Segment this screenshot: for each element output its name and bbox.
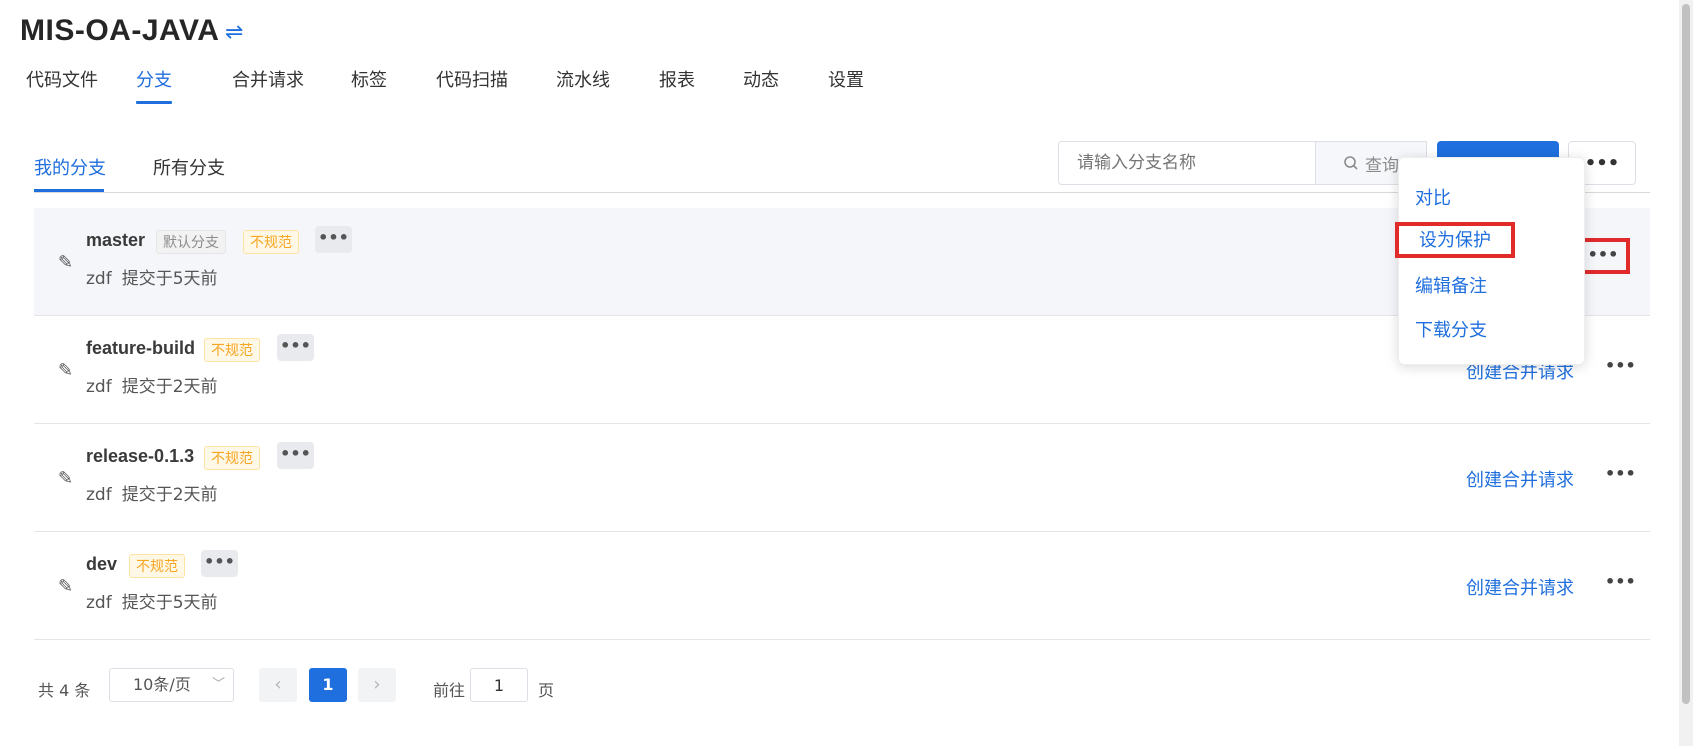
tab-merge-requests[interactable]: 合并请求 (232, 66, 304, 92)
scrollbar-thumb[interactable] (1682, 4, 1690, 704)
goto-page-input[interactable] (470, 668, 528, 702)
commit-time: 提交于5天前 (121, 593, 218, 613)
tab-code-files[interactable]: 代码文件 (26, 66, 98, 92)
branch-name[interactable]: dev (86, 554, 117, 575)
commit-author: zdf (86, 377, 112, 397)
branch-action-menu: 对比 设为保护 编辑备注 下载分支 (1395, 157, 1585, 365)
tab-pipeline[interactable]: 流水线 (556, 66, 610, 92)
commit-meta: zdf 提交于5天前 (86, 588, 218, 613)
prev-page-button[interactable]: ‹ (259, 668, 297, 702)
default-branch-tag: 默认分支 (156, 230, 226, 254)
commit-meta: zdf 提交于5天前 (86, 264, 218, 289)
goto-label: 前往 (433, 681, 466, 700)
branch-row: ✎ dev 不规范 ••• zdf 提交于5天前 创建合并请求 ••• (34, 532, 1650, 640)
menu-item-set-protected[interactable]: 设为保护 (1395, 222, 1515, 258)
nonstandard-tag: 不规范 (204, 338, 260, 362)
menu-item-compare[interactable]: 对比 (1415, 184, 1451, 210)
commit-author: zdf (86, 593, 112, 613)
tab-tags[interactable]: 标签 (351, 66, 387, 92)
branch-search-input[interactable] (1058, 141, 1315, 185)
tab-branches[interactable]: 分支 (136, 66, 172, 92)
tab-all-branches[interactable]: 所有分支 (153, 154, 225, 180)
search-button-label: 查询 (1365, 155, 1399, 176)
create-merge-request-link[interactable]: 创建合并请求 (1466, 574, 1574, 600)
branch-options-button[interactable]: ••• (277, 334, 314, 361)
page-size-value: 10条/页 (133, 675, 191, 694)
commit-author: zdf (86, 269, 112, 289)
commit-meta: zdf 提交于2天前 (86, 480, 218, 505)
branch-options-button[interactable]: ••• (315, 226, 352, 253)
branch-name[interactable]: release-0.1.3 (86, 446, 194, 467)
commit-author: zdf (86, 485, 112, 505)
tab-settings[interactable]: 设置 (828, 66, 864, 92)
nonstandard-tag: 不规范 (204, 446, 260, 470)
project-title: MIS-OA-JAVA (20, 14, 220, 47)
edit-pencil-icon[interactable]: ✎ (58, 252, 73, 273)
menu-item-download-branch[interactable]: 下载分支 (1415, 316, 1487, 342)
commit-time: 提交于2天前 (121, 377, 218, 397)
branch-options-button[interactable]: ••• (277, 442, 314, 469)
subtab-underline (34, 189, 104, 192)
current-page-button[interactable]: 1 (309, 668, 347, 702)
branch-name[interactable]: master (86, 230, 145, 251)
next-page-button[interactable]: › (358, 668, 396, 702)
swap-arrows-icon[interactable]: ⇌ (225, 20, 243, 45)
branch-row: ✎ release-0.1.3 不规范 ••• zdf 提交于2天前 创建合并请求… (34, 424, 1650, 532)
nonstandard-tag: 不规范 (243, 230, 299, 254)
tab-code-scan[interactable]: 代码扫描 (436, 66, 508, 92)
page-unit-label: 页 (538, 681, 555, 700)
total-count: 共 4 条 (38, 681, 91, 700)
tab-activity[interactable]: 动态 (743, 66, 779, 92)
chevron-down-icon: ﹀ (211, 677, 225, 692)
edit-pencil-icon[interactable]: ✎ (58, 360, 73, 381)
create-merge-request-link[interactable]: 创建合并请求 (1466, 466, 1574, 492)
edit-pencil-icon[interactable]: ✎ (58, 468, 73, 489)
row-more-button[interactable]: ••• (1605, 464, 1636, 483)
commit-time: 提交于5天前 (121, 269, 218, 289)
search-icon (1344, 156, 1358, 170)
vertical-scrollbar[interactable] (1679, 0, 1693, 746)
active-tab-underline (136, 101, 172, 104)
commit-time: 提交于2天前 (121, 485, 218, 505)
menu-item-edit-note[interactable]: 编辑备注 (1415, 272, 1487, 298)
commit-meta: zdf 提交于2天前 (86, 372, 218, 397)
row-more-button[interactable]: ••• (1605, 356, 1636, 375)
edit-pencil-icon[interactable]: ✎ (58, 576, 73, 597)
branch-name[interactable]: feature-build (86, 338, 195, 359)
nonstandard-tag: 不规范 (129, 554, 185, 578)
tab-my-branches[interactable]: 我的分支 (34, 154, 106, 180)
tab-reports[interactable]: 报表 (659, 66, 695, 92)
row-more-button[interactable]: ••• (1605, 572, 1636, 591)
page-size-select[interactable]: 10条/页 ﹀ (109, 668, 234, 702)
branch-options-button[interactable]: ••• (201, 550, 238, 577)
